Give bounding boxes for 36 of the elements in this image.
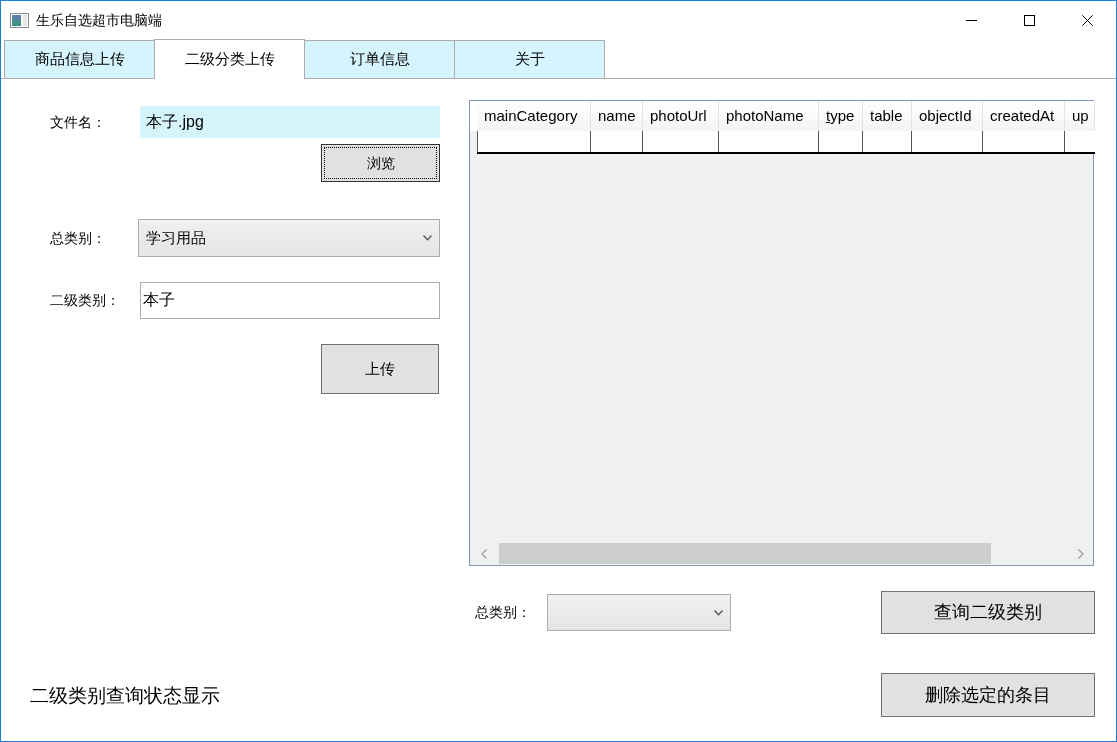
column-header[interactable]: table (863, 101, 912, 131)
column-header[interactable]: up (1065, 101, 1095, 131)
scrollbar-thumb[interactable] (499, 543, 991, 564)
maximize-icon (1023, 14, 1035, 26)
category-dropdown[interactable]: 学习用品 (138, 219, 440, 257)
column-header[interactable]: createdAt (983, 101, 1065, 131)
delete-button[interactable]: 删除选定的条目 (881, 673, 1095, 717)
field-label: 总类别： (475, 603, 532, 622)
field-label: 文件名： (50, 112, 107, 132)
column-header[interactable]: objectId (912, 101, 983, 131)
tab[interactable]: 订单信息 (304, 40, 455, 78)
tab[interactable]: 商品信息上传 (4, 40, 155, 78)
window-title: 生乐自选超市电脑端 (36, 11, 162, 29)
column-header[interactable]: type (819, 101, 863, 131)
tab[interactable]: 关于 (454, 40, 605, 78)
column-header[interactable]: photoUrl (643, 101, 719, 131)
status-text: 二级类别查询状态显示 (30, 684, 220, 708)
upload-button[interactable]: 上传 (321, 344, 439, 394)
query-button[interactable]: 查询二级类别 (881, 591, 1095, 634)
tab[interactable]: 二级分类上传 (154, 39, 305, 79)
column-header[interactable]: mainCategory (477, 101, 591, 131)
file-name-field[interactable]: 本子.jpg (140, 106, 440, 138)
chevron-down-icon (714, 609, 723, 616)
column-header[interactable]: photoName (719, 101, 819, 131)
scroll-right-icon[interactable] (1078, 548, 1084, 559)
field-label: 总类别： (50, 228, 107, 248)
close-icon (1081, 14, 1093, 26)
column-header[interactable]: name (591, 101, 643, 131)
scroll-left-icon[interactable] (481, 548, 487, 559)
browse-button[interactable]: 浏览 (321, 144, 440, 182)
field-label: 二级类别： (50, 291, 121, 310)
chevron-down-icon (423, 235, 432, 241)
app-icon (10, 12, 29, 28)
subcategory-field[interactable]: 本子 (140, 282, 440, 319)
minimize-icon (965, 19, 977, 21)
category-dropdown[interactable] (547, 594, 731, 631)
